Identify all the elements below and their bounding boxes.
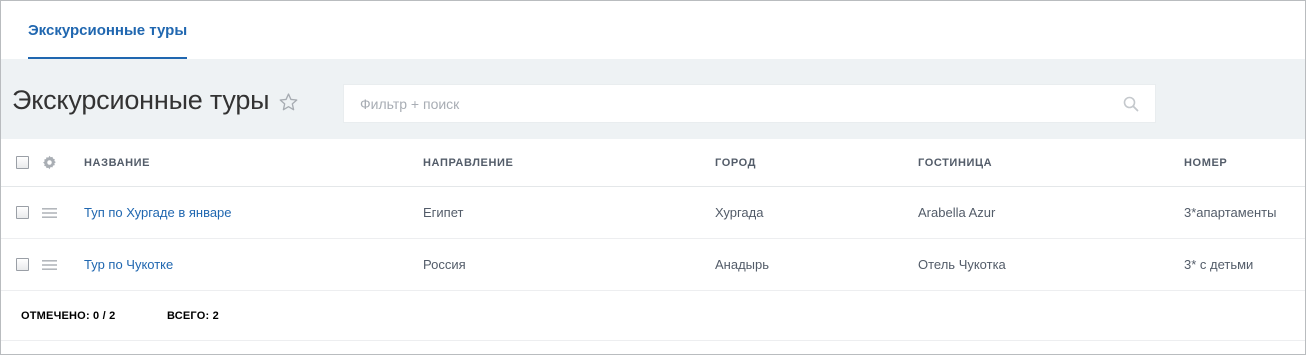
search-box	[343, 84, 1156, 123]
select-all-checkbox[interactable]	[16, 156, 29, 169]
column-header-room[interactable]: НОМЕР	[1184, 139, 1227, 186]
menu-icon[interactable]	[42, 259, 57, 271]
name-cell: Тур по Чукотке	[84, 239, 173, 290]
direction-cell: Египет	[423, 205, 464, 220]
window: Экскурсионные туры Экскурсионные туры Фи…	[0, 0, 1306, 355]
column-header-city[interactable]: ГОРОД	[715, 139, 756, 186]
search-input[interactable]	[344, 85, 1104, 122]
page-title: Экскурсионные туры	[12, 85, 270, 115]
star-icon[interactable]	[278, 92, 299, 112]
tab-label: Экскурсионные туры	[28, 21, 188, 39]
grid-footer: ОТМЕЧЕНО: 0 / 2 ВСЕГО: 2	[1, 291, 1305, 341]
search-icon[interactable]	[1123, 96, 1139, 112]
city-cell: Анадырь	[715, 257, 770, 272]
gear-icon[interactable]	[42, 155, 57, 170]
table-row: Тур по Чукотке Россия Анадырь Отель Чуко…	[1, 239, 1305, 291]
city-cell: Хургада	[715, 205, 764, 220]
row-checkbox[interactable]	[16, 258, 29, 271]
page-header: Экскурсионные туры	[1, 59, 1305, 139]
data-grid: НАЗВАНИЕ НАПРАВЛЕНИЕ ГОРОД ГОСТИНИЦА НОМ…	[1, 139, 1305, 341]
row-action-cell	[42, 239, 57, 290]
tour-name-link[interactable]: Тур по Чукотке	[84, 257, 173, 272]
total-count: ВСЕГО: 2	[167, 310, 219, 322]
row-checkbox[interactable]	[16, 206, 29, 219]
table-row: Туп по Хургаде в январе Египет Хургада A…	[1, 187, 1305, 239]
settings-cell	[42, 139, 57, 186]
menu-icon[interactable]	[42, 207, 57, 219]
room-cell: 3*апартаменты	[1184, 205, 1277, 220]
grid-header-row: НАЗВАНИЕ НАПРАВЛЕНИЕ ГОРОД ГОСТИНИЦА НОМ…	[1, 139, 1305, 187]
hotel-cell: Arabella Azur	[918, 205, 996, 220]
tab-excursion-tours[interactable]: Экскурсионные туры	[28, 1, 188, 59]
column-header-direction[interactable]: НАПРАВЛЕНИЕ	[423, 139, 513, 186]
select-all-cell	[16, 139, 29, 186]
selected-count: ОТМЕЧЕНО: 0 / 2	[21, 310, 116, 322]
row-check-cell	[16, 187, 29, 238]
tab-bar: Экскурсионные туры	[1, 1, 1305, 59]
row-action-cell	[42, 187, 57, 238]
hotel-cell: Отель Чукотка	[918, 257, 1006, 272]
name-cell: Туп по Хургаде в январе	[84, 187, 232, 238]
column-header-hotel[interactable]: ГОСТИНИЦА	[918, 139, 992, 186]
column-header-name[interactable]: НАЗВАНИЕ	[84, 139, 150, 186]
row-check-cell	[16, 239, 29, 290]
room-cell: 3* с детьми	[1184, 257, 1254, 272]
direction-cell: Россия	[423, 257, 466, 272]
tour-name-link[interactable]: Туп по Хургаде в январе	[84, 205, 232, 220]
